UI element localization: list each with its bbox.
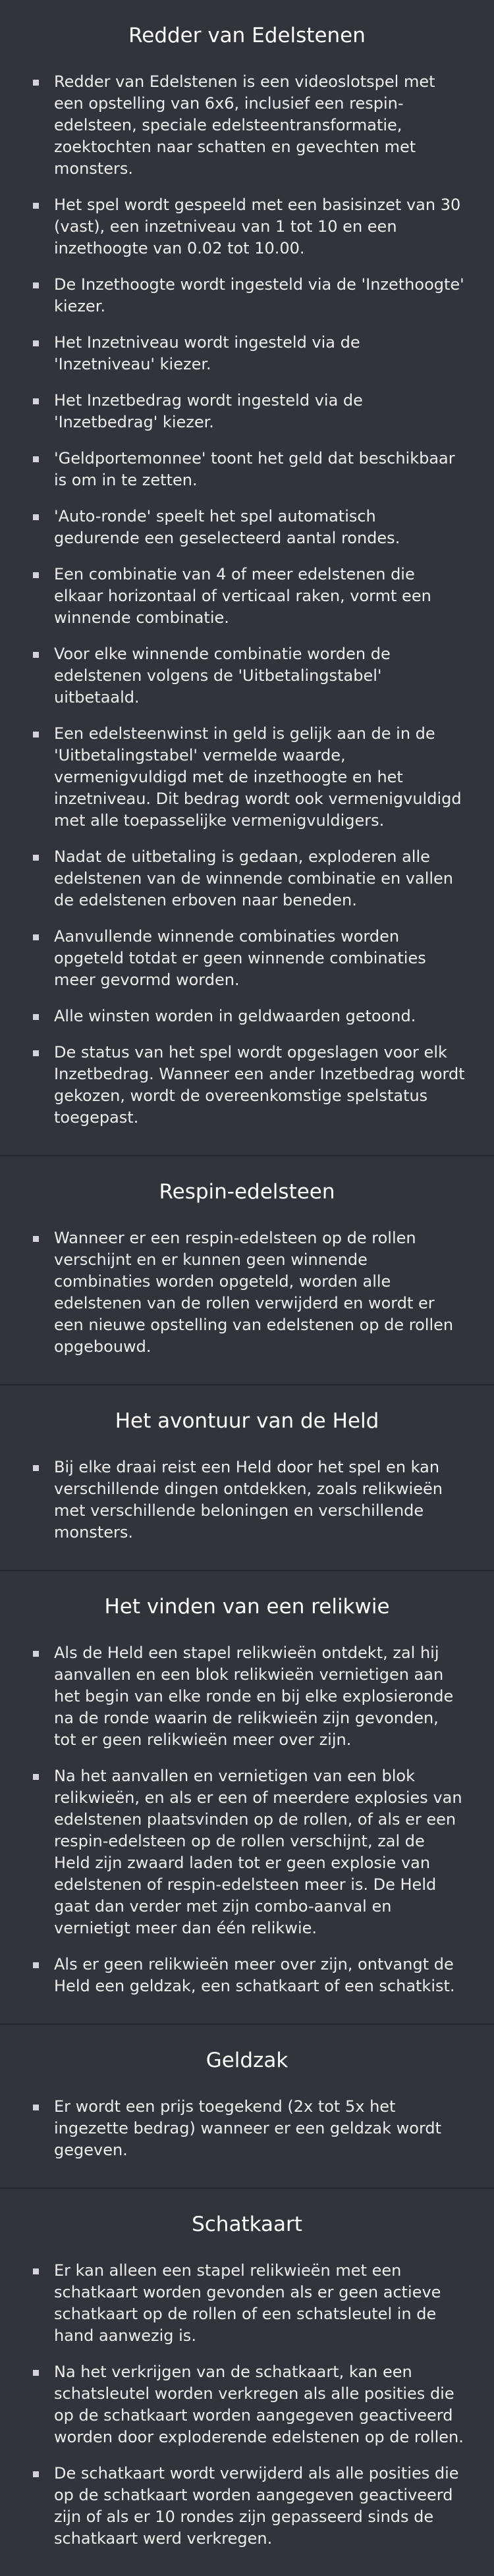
rule-text: Er kan alleen een stapel relikwieën met … [54, 2261, 441, 2345]
square-bullet-icon [33, 1465, 39, 1471]
section-title: Respin-edelsteen [159, 1180, 335, 1204]
rule-text: Het Inzetbedrag wordt ingesteld via de '… [54, 391, 363, 431]
rules-list: Als de Held een stapel relikwieën ontdek… [29, 1642, 465, 1997]
rule-text: Het spel wordt gespeeld met een basisinz… [54, 196, 461, 257]
rule-item: 'Geldportemonnee' toont het geld dat bes… [29, 448, 465, 491]
rule-item: Voor elke winnende combinatie worden de … [29, 643, 465, 709]
square-bullet-icon [33, 1014, 39, 1020]
section-title: Redder van Edelstenen [128, 24, 366, 47]
square-bullet-icon [33, 572, 39, 578]
rule-item: Na het aanvallen en vernietigen van een … [29, 1765, 465, 1939]
rules-list: Redder van Edelstenen is een videoslotsp… [29, 71, 465, 1129]
rule-item: Het spel wordt gespeeld met een basisinz… [29, 194, 465, 259]
rules-list: Er kan alleen een stapel relikwieën met … [29, 2260, 465, 2550]
rules-section-geldzak: Geldzak Er wordt een prijs toegekend (2x … [0, 2024, 494, 2187]
rules-page: Redder van Edelstenen Redder van Edelsten… [0, 0, 494, 2576]
square-bullet-icon [33, 1774, 39, 1780]
rule-item: Redder van Edelstenen is een videoslotsp… [29, 71, 465, 180]
square-bullet-icon [33, 855, 39, 861]
rule-text: Voor elke winnende combinatie worden de … [54, 645, 391, 707]
rule-text: Een combinatie van 4 of meer edelstenen … [54, 565, 431, 627]
rule-text: Na het aanvallen en vernietigen van een … [54, 1767, 462, 1937]
rule-item: Er kan alleen een stapel relikwieën met … [29, 2260, 465, 2347]
rule-text: Wanneer er een respin-edelsteen op de ro… [54, 1229, 454, 1356]
rule-item: Als de Held een stapel relikwieën ontdek… [29, 1642, 465, 1751]
square-bullet-icon [33, 1651, 39, 1657]
rule-text: Aanvullende winnende combinaties worden … [54, 927, 426, 989]
rules-section-schatkaart: Schatkaart Er kan alleen een stapel relik… [0, 2187, 494, 2576]
rule-item: Wanneer er een respin-edelsteen op de ro… [29, 1227, 465, 1358]
square-bullet-icon [33, 456, 39, 462]
rule-text: Bij elke draai reist een Held door het s… [54, 1458, 443, 1542]
rule-text: 'Geldportemonnee' toont het geld dat bes… [54, 449, 455, 489]
square-bullet-icon [33, 934, 39, 940]
rule-text: De status van het spel wordt opgeslagen … [54, 1043, 465, 1127]
rule-text: Het Inzetniveau wordt ingesteld via de '… [54, 333, 360, 373]
rule-item: Alle winsten worden in geldwaarden getoo… [29, 1006, 465, 1027]
rule-text: Een edelsteenwinst in geld is gelijk aan… [54, 724, 462, 830]
section-title: Geldzak [206, 2049, 288, 2072]
square-bullet-icon [33, 732, 39, 738]
rule-text: Als er geen relikwieën meer over zijn, o… [54, 1955, 455, 1995]
rule-text: Redder van Edelstenen is een videoslotsp… [54, 72, 435, 178]
rule-item: Er wordt een prijs toegekend (2x tot 5x … [29, 2096, 465, 2161]
rule-item: Na het verkrijgen van de schatkaart, kan… [29, 2361, 465, 2448]
rule-item: 'Auto-ronde' speelt het spel automatisch… [29, 506, 465, 549]
rule-item: Een edelsteenwinst in geld is gelijk aan… [29, 723, 465, 832]
rules-section-respin-edelsteen: Respin-edelsteen Wanneer er een respin-ed… [0, 1155, 494, 1384]
rule-item: Het Inzetniveau wordt ingesteld via de '… [29, 332, 465, 375]
section-title: Het vinden van een relikwie [104, 1595, 390, 1619]
rule-item: De schatkaart wordt verwijderd als alle … [29, 2463, 465, 2550]
rule-item: De Inzethoogte wordt ingesteld via de 'I… [29, 274, 465, 317]
square-bullet-icon [33, 514, 39, 520]
square-bullet-icon [33, 652, 39, 658]
rule-item: De status van het spel wordt opgeslagen … [29, 1042, 465, 1129]
section-title: Het avontuur van de Held [115, 1409, 379, 1433]
square-bullet-icon [33, 340, 39, 346]
rule-text: 'Auto-ronde' speelt het spel automatisch… [54, 507, 400, 547]
square-bullet-icon [33, 2105, 39, 2110]
rules-section-redder-van-edelstenen: Redder van Edelstenen Redder van Edelsten… [0, 0, 494, 1155]
rule-text: De Inzethoogte wordt ingesteld via de 'I… [54, 275, 464, 315]
rule-item: Het Inzetbedrag wordt ingesteld via de '… [29, 390, 465, 433]
rule-item: Als er geen relikwieën meer over zijn, o… [29, 1954, 465, 1997]
square-bullet-icon [33, 1236, 39, 1242]
section-title: Schatkaart [192, 2213, 302, 2236]
rule-text: Als de Held een stapel relikwieën ontdek… [54, 1644, 454, 1749]
square-bullet-icon [33, 1962, 39, 1968]
rules-section-het-avontuur-van-de-held: Het avontuur van de Held Bij elke draai r… [0, 1384, 494, 1570]
rule-text: Er wordt een prijs toegekend (2x tot 5x … [54, 2097, 442, 2159]
square-bullet-icon [33, 203, 39, 209]
rules-list: Er wordt een prijs toegekend (2x tot 5x … [29, 2096, 465, 2161]
rule-text: Nadat de uitbetaling is gedaan, exploder… [54, 847, 454, 909]
rule-item: Een combinatie van 4 of meer edelstenen … [29, 564, 465, 629]
square-bullet-icon [33, 282, 39, 288]
rule-item: Aanvullende winnende combinaties worden … [29, 926, 465, 991]
square-bullet-icon [33, 2471, 39, 2477]
square-bullet-icon [33, 398, 39, 404]
rule-text: De schatkaart wordt verwijderd als alle … [54, 2464, 459, 2548]
square-bullet-icon [33, 80, 39, 86]
rules-list: Wanneer er een respin-edelsteen op de ro… [29, 1227, 465, 1358]
rule-text: Na het verkrijgen van de schatkaart, kan… [54, 2363, 464, 2446]
rule-item: Nadat de uitbetaling is gedaan, exploder… [29, 846, 465, 911]
rules-list: Bij elke draai reist een Held door het s… [29, 1457, 465, 1543]
rules-section-het-vinden-van-een-relikwie: Het vinden van een relikwie Als de Held e… [0, 1570, 494, 2024]
square-bullet-icon [33, 2268, 39, 2274]
rule-item: Bij elke draai reist een Held door het s… [29, 1457, 465, 1543]
square-bullet-icon [33, 1050, 39, 1056]
rule-text: Alle winsten worden in geldwaarden getoo… [54, 1007, 416, 1025]
square-bullet-icon [33, 2370, 39, 2376]
